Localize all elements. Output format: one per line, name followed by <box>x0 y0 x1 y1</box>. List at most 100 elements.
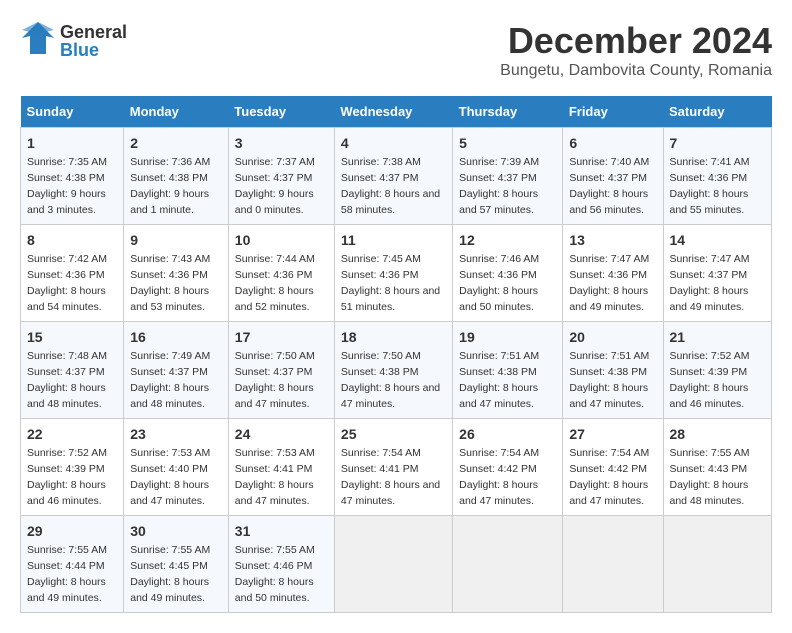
day-daylight: Daylight: 8 hours and 56 minutes. <box>569 188 648 216</box>
day-sunrise: Sunrise: 7:53 AM <box>235 447 315 459</box>
day-number: 4 <box>341 133 446 153</box>
day-daylight: Daylight: 8 hours and 49 minutes. <box>569 285 648 313</box>
day-sunset: Sunset: 4:38 PM <box>459 366 537 378</box>
day-daylight: Daylight: 8 hours and 47 minutes. <box>459 382 538 410</box>
day-sunrise: Sunrise: 7:55 AM <box>670 447 750 459</box>
day-number: 29 <box>27 521 117 541</box>
day-sunrise: Sunrise: 7:44 AM <box>235 253 315 265</box>
day-number: 17 <box>235 327 328 347</box>
col-wednesday: Wednesday <box>334 96 452 128</box>
day-sunrise: Sunrise: 7:54 AM <box>459 447 539 459</box>
day-number: 30 <box>130 521 222 541</box>
day-sunset: Sunset: 4:36 PM <box>130 269 208 281</box>
day-sunset: Sunset: 4:37 PM <box>235 172 313 184</box>
calendar-week-row: 29 Sunrise: 7:55 AM Sunset: 4:44 PM Dayl… <box>21 516 772 613</box>
table-row: 12 Sunrise: 7:46 AM Sunset: 4:36 PM Dayl… <box>453 225 563 322</box>
day-number: 19 <box>459 327 556 347</box>
table-row: 9 Sunrise: 7:43 AM Sunset: 4:36 PM Dayli… <box>124 225 229 322</box>
day-sunset: Sunset: 4:44 PM <box>27 560 105 572</box>
calendar-table: Sunday Monday Tuesday Wednesday Thursday… <box>20 96 772 613</box>
day-daylight: Daylight: 8 hours and 47 minutes. <box>235 479 314 507</box>
day-number: 20 <box>569 327 656 347</box>
day-number: 10 <box>235 230 328 250</box>
col-sunday: Sunday <box>21 96 124 128</box>
table-row: 14 Sunrise: 7:47 AM Sunset: 4:37 PM Dayl… <box>663 225 772 322</box>
table-row: 11 Sunrise: 7:45 AM Sunset: 4:36 PM Dayl… <box>334 225 452 322</box>
day-sunrise: Sunrise: 7:37 AM <box>235 156 315 168</box>
table-row: 1 Sunrise: 7:35 AM Sunset: 4:38 PM Dayli… <box>21 128 124 225</box>
table-row: 26 Sunrise: 7:54 AM Sunset: 4:42 PM Dayl… <box>453 419 563 516</box>
col-thursday: Thursday <box>453 96 563 128</box>
table-row: 25 Sunrise: 7:54 AM Sunset: 4:41 PM Dayl… <box>334 419 452 516</box>
table-row: 3 Sunrise: 7:37 AM Sunset: 4:37 PM Dayli… <box>228 128 334 225</box>
day-daylight: Daylight: 8 hours and 57 minutes. <box>459 188 538 216</box>
day-number: 12 <box>459 230 556 250</box>
day-daylight: Daylight: 8 hours and 47 minutes. <box>341 479 440 507</box>
day-sunset: Sunset: 4:37 PM <box>459 172 537 184</box>
logo-icon <box>20 20 56 61</box>
day-daylight: Daylight: 8 hours and 55 minutes. <box>670 188 749 216</box>
day-sunset: Sunset: 4:42 PM <box>459 463 537 475</box>
day-number: 28 <box>670 424 766 444</box>
calendar-header-row: Sunday Monday Tuesday Wednesday Thursday… <box>21 96 772 128</box>
day-sunset: Sunset: 4:46 PM <box>235 560 313 572</box>
day-sunrise: Sunrise: 7:55 AM <box>235 544 315 556</box>
table-row: 24 Sunrise: 7:53 AM Sunset: 4:41 PM Dayl… <box>228 419 334 516</box>
day-daylight: Daylight: 8 hours and 46 minutes. <box>27 479 106 507</box>
day-number: 27 <box>569 424 656 444</box>
day-number: 23 <box>130 424 222 444</box>
day-sunrise: Sunrise: 7:49 AM <box>130 350 210 362</box>
month-title: December 2024 <box>500 20 772 62</box>
day-daylight: Daylight: 8 hours and 47 minutes. <box>341 382 440 410</box>
day-sunset: Sunset: 4:45 PM <box>130 560 208 572</box>
day-number: 22 <box>27 424 117 444</box>
day-daylight: Daylight: 8 hours and 50 minutes. <box>459 285 538 313</box>
calendar-week-row: 1 Sunrise: 7:35 AM Sunset: 4:38 PM Dayli… <box>21 128 772 225</box>
day-daylight: Daylight: 8 hours and 46 minutes. <box>670 382 749 410</box>
day-sunrise: Sunrise: 7:51 AM <box>459 350 539 362</box>
day-daylight: Daylight: 8 hours and 47 minutes. <box>459 479 538 507</box>
table-row: 17 Sunrise: 7:50 AM Sunset: 4:37 PM Dayl… <box>228 322 334 419</box>
day-number: 1 <box>27 133 117 153</box>
day-sunrise: Sunrise: 7:38 AM <box>341 156 421 168</box>
table-row: 22 Sunrise: 7:52 AM Sunset: 4:39 PM Dayl… <box>21 419 124 516</box>
day-sunset: Sunset: 4:41 PM <box>341 463 419 475</box>
table-row: 31 Sunrise: 7:55 AM Sunset: 4:46 PM Dayl… <box>228 516 334 613</box>
day-sunrise: Sunrise: 7:50 AM <box>235 350 315 362</box>
day-sunrise: Sunrise: 7:53 AM <box>130 447 210 459</box>
day-sunset: Sunset: 4:40 PM <box>130 463 208 475</box>
table-row: 13 Sunrise: 7:47 AM Sunset: 4:36 PM Dayl… <box>563 225 663 322</box>
table-row: 30 Sunrise: 7:55 AM Sunset: 4:45 PM Dayl… <box>124 516 229 613</box>
day-sunrise: Sunrise: 7:47 AM <box>569 253 649 265</box>
day-daylight: Daylight: 8 hours and 47 minutes. <box>569 382 648 410</box>
table-row <box>334 516 452 613</box>
day-sunrise: Sunrise: 7:52 AM <box>27 447 107 459</box>
day-sunrise: Sunrise: 7:45 AM <box>341 253 421 265</box>
col-friday: Friday <box>563 96 663 128</box>
day-number: 7 <box>670 133 766 153</box>
day-sunset: Sunset: 4:38 PM <box>27 172 105 184</box>
table-row: 23 Sunrise: 7:53 AM Sunset: 4:40 PM Dayl… <box>124 419 229 516</box>
table-row: 20 Sunrise: 7:51 AM Sunset: 4:38 PM Dayl… <box>563 322 663 419</box>
day-sunrise: Sunrise: 7:54 AM <box>341 447 421 459</box>
table-row <box>663 516 772 613</box>
day-daylight: Daylight: 8 hours and 52 minutes. <box>235 285 314 313</box>
day-number: 2 <box>130 133 222 153</box>
day-sunset: Sunset: 4:43 PM <box>670 463 748 475</box>
day-sunset: Sunset: 4:36 PM <box>235 269 313 281</box>
day-sunset: Sunset: 4:36 PM <box>670 172 748 184</box>
day-sunset: Sunset: 4:39 PM <box>27 463 105 475</box>
logo-blue-text: Blue <box>60 41 127 59</box>
day-sunrise: Sunrise: 7:43 AM <box>130 253 210 265</box>
day-sunset: Sunset: 4:38 PM <box>341 366 419 378</box>
table-row: 7 Sunrise: 7:41 AM Sunset: 4:36 PM Dayli… <box>663 128 772 225</box>
day-sunrise: Sunrise: 7:39 AM <box>459 156 539 168</box>
day-daylight: Daylight: 8 hours and 47 minutes. <box>235 382 314 410</box>
day-number: 25 <box>341 424 446 444</box>
day-sunrise: Sunrise: 7:54 AM <box>569 447 649 459</box>
table-row: 28 Sunrise: 7:55 AM Sunset: 4:43 PM Dayl… <box>663 419 772 516</box>
calendar-week-row: 22 Sunrise: 7:52 AM Sunset: 4:39 PM Dayl… <box>21 419 772 516</box>
day-number: 26 <box>459 424 556 444</box>
day-sunrise: Sunrise: 7:47 AM <box>670 253 750 265</box>
table-row: 2 Sunrise: 7:36 AM Sunset: 4:38 PM Dayli… <box>124 128 229 225</box>
